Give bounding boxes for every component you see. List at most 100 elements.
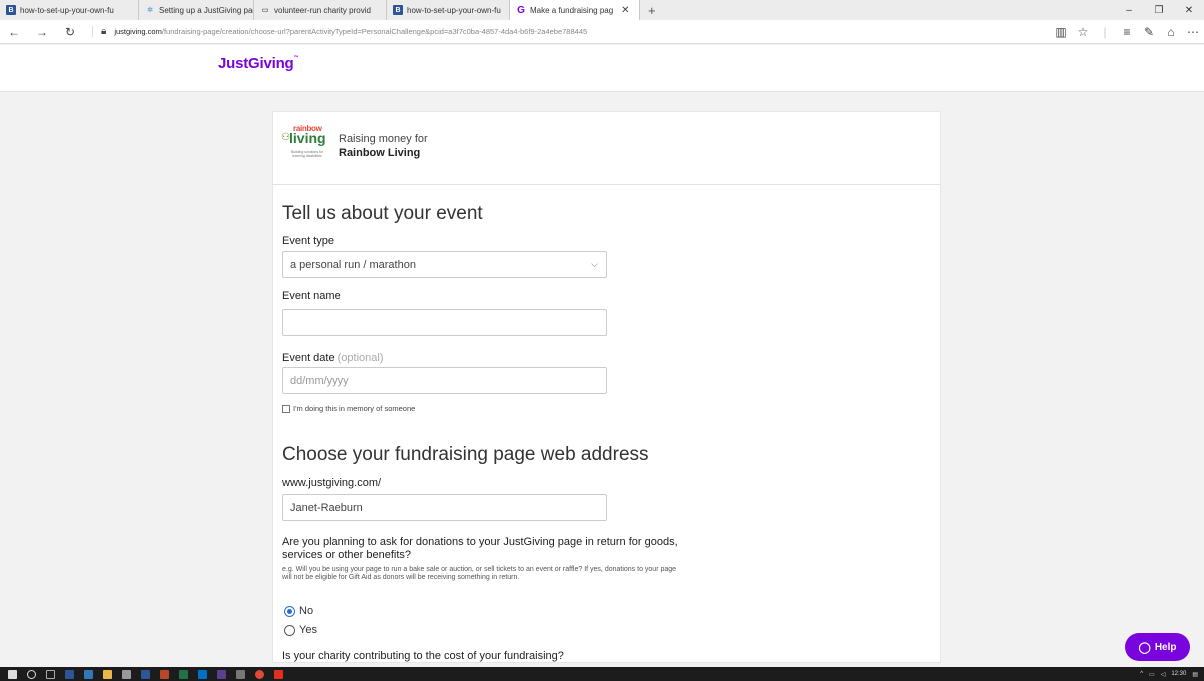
url-path: /fundraising-page/creation/choose-url?pa… [161, 27, 588, 36]
site-header: JustGiving™ [0, 45, 1204, 92]
help-label: Help [1154, 641, 1177, 653]
event-date-label: Event date (optional) [282, 352, 384, 364]
volume-icon[interactable]: ◁ [1161, 671, 1166, 678]
event-name-input[interactable] [282, 309, 607, 336]
reading-view-icon[interactable]: ▥ [1050, 25, 1072, 39]
refresh-icon[interactable]: ↻ [56, 25, 84, 39]
outlook-icon[interactable] [198, 669, 207, 679]
event-type-label: Event type [282, 235, 334, 247]
radio-no[interactable]: No [284, 605, 313, 617]
store-icon[interactable] [122, 669, 131, 679]
chat-bubble-icon: ◯ [1138, 641, 1151, 654]
radio-unselected-icon[interactable] [284, 624, 295, 636]
in-memory-checkbox[interactable]: I'm doing this in memory of someone [282, 404, 415, 413]
powerpoint-icon[interactable] [160, 669, 169, 679]
charity-logo: ⚇ rainbow living Building solutions for … [281, 120, 331, 176]
event-name-label: Event name [282, 290, 341, 302]
page-url-input[interactable] [282, 494, 607, 521]
tray-chevron-icon[interactable]: ^ [1140, 671, 1143, 677]
forward-icon[interactable]: → [28, 25, 56, 39]
browser-tab[interactable]: B how-to-set-up-your-own-fu [0, 0, 139, 20]
favorite-star-icon[interactable]: ☆ [1072, 25, 1094, 39]
logo-tagline: Building solutions for learning disabili… [290, 150, 324, 158]
logo-living-text: living [289, 130, 326, 146]
browser-tab-bar: B how-to-set-up-your-own-fu ✲ Setting up… [0, 0, 1204, 20]
minimize-icon[interactable]: – [1114, 5, 1144, 16]
hub-icon[interactable]: ≡ [1116, 25, 1138, 39]
window-controls: – ❐ ✕ [1114, 0, 1204, 20]
share-icon[interactable]: ⌂ [1160, 25, 1182, 39]
radio-yes-label: Yes [299, 624, 317, 636]
benefits-question: Are you planning to ask for donations to… [282, 536, 678, 561]
address-bar: ← → ↻ 🔒︎ justgiving.com /fundraising-pag… [0, 20, 1204, 44]
task-view-icon[interactable] [46, 669, 55, 679]
search-icon[interactable] [27, 669, 36, 679]
restore-icon[interactable]: ❐ [1144, 5, 1174, 16]
logo-text: JustGiving [218, 55, 294, 72]
onenote-icon[interactable] [217, 669, 226, 679]
more-icon[interactable]: ⋯ [1182, 25, 1204, 39]
web-address-heading: Choose your fundraising page web address [282, 444, 649, 465]
web-note-icon[interactable]: ✎ [1138, 25, 1160, 39]
network-icon[interactable]: ▭ [1149, 671, 1155, 678]
event-type-select[interactable]: a personal run / marathon ⌵ [282, 251, 607, 278]
app-icon[interactable] [236, 669, 245, 679]
lock-icon: 🔒︎ [101, 26, 107, 37]
tab-label: how-to-set-up-your-own-fu [407, 5, 501, 15]
justgiving-logo[interactable]: JustGiving™ [218, 55, 299, 72]
site-icon: ✲ [147, 7, 153, 14]
blogger-icon: B [393, 5, 403, 15]
help-button[interactable]: ◯ Help [1125, 633, 1190, 661]
optional-text: (optional) [337, 352, 384, 364]
notifications-icon[interactable]: ▤ [1192, 671, 1198, 678]
new-tab-button[interactable]: + [640, 3, 664, 18]
browser-toolbar: ▥ ☆ | ≡ ✎ ⌂ ⋯ [1050, 20, 1204, 44]
url-prefix-label: www.justgiving.com/ [282, 477, 382, 489]
charity-name: Rainbow Living [339, 147, 421, 159]
event-date-text: Event date [282, 352, 335, 364]
chevron-down-icon: ⌵ [591, 259, 598, 269]
file-explorer-icon[interactable] [103, 669, 112, 679]
event-heading: Tell us about your event [282, 203, 483, 224]
browser-tab-active[interactable]: G Make a fundraising pag ✕ [510, 0, 640, 20]
radio-no-label: No [299, 605, 314, 617]
system-tray: ^ ▭ ◁ 12:30 ▤ [1140, 667, 1198, 681]
benefits-hint: e.g. Will you be using your page to run … [282, 566, 677, 581]
clock[interactable]: 12:30 [1171, 671, 1186, 677]
tab-label: Setting up a JustGiving pag [159, 5, 254, 15]
browser-tab[interactable]: ▭ volunteer-run charity provid [254, 0, 387, 20]
back-icon[interactable]: ← [0, 25, 28, 39]
page-icon: ▭ [261, 7, 269, 14]
event-type-value: a personal run / marathon [290, 258, 416, 271]
chrome-icon[interactable] [255, 669, 264, 679]
create-page-card: ⚇ rainbow living Building solutions for … [272, 111, 941, 663]
justgiving-icon: G [517, 4, 525, 16]
raising-money-label: Raising money for [339, 133, 428, 145]
close-window-icon[interactable]: ✕ [1174, 5, 1204, 16]
toolbar-divider: | [1103, 25, 1107, 39]
event-date-input[interactable] [282, 367, 607, 394]
contribution-question: Is your charity contributing to the cost… [282, 650, 564, 662]
checkbox-box[interactable] [282, 404, 290, 413]
charity-text: Raising money for Rainbow Living [339, 132, 428, 160]
tab-label: Make a fundraising pag [530, 5, 614, 15]
browser-tab[interactable]: B how-to-set-up-your-own-fu [387, 0, 510, 20]
browser-tab[interactable]: ✲ Setting up a JustGiving pag [139, 0, 254, 20]
excel-icon[interactable] [179, 669, 188, 679]
in-memory-label: I'm doing this in memory of someone [293, 404, 416, 413]
windows-taskbar: ^ ▭ ◁ 12:30 ▤ [0, 667, 1204, 681]
radio-yes[interactable]: Yes [284, 624, 317, 636]
url-host: justgiving.com [114, 27, 162, 36]
acrobat-icon[interactable] [274, 669, 283, 679]
tab-label: volunteer-run charity provid [274, 5, 371, 15]
blogger-icon: B [6, 5, 16, 15]
charity-banner: ⚇ rainbow living Building solutions for … [273, 112, 940, 185]
close-tab-icon[interactable]: ✕ [621, 5, 629, 16]
publisher-icon[interactable] [65, 669, 74, 679]
windows-start-icon[interactable] [8, 669, 17, 679]
word-icon[interactable] [141, 669, 150, 679]
tab-label: how-to-set-up-your-own-fu [20, 5, 114, 15]
radio-selected-icon[interactable] [284, 605, 295, 617]
edge-icon[interactable] [84, 669, 93, 679]
url-field[interactable]: 🔒︎ justgiving.com /fundraising-page/crea… [92, 26, 587, 37]
